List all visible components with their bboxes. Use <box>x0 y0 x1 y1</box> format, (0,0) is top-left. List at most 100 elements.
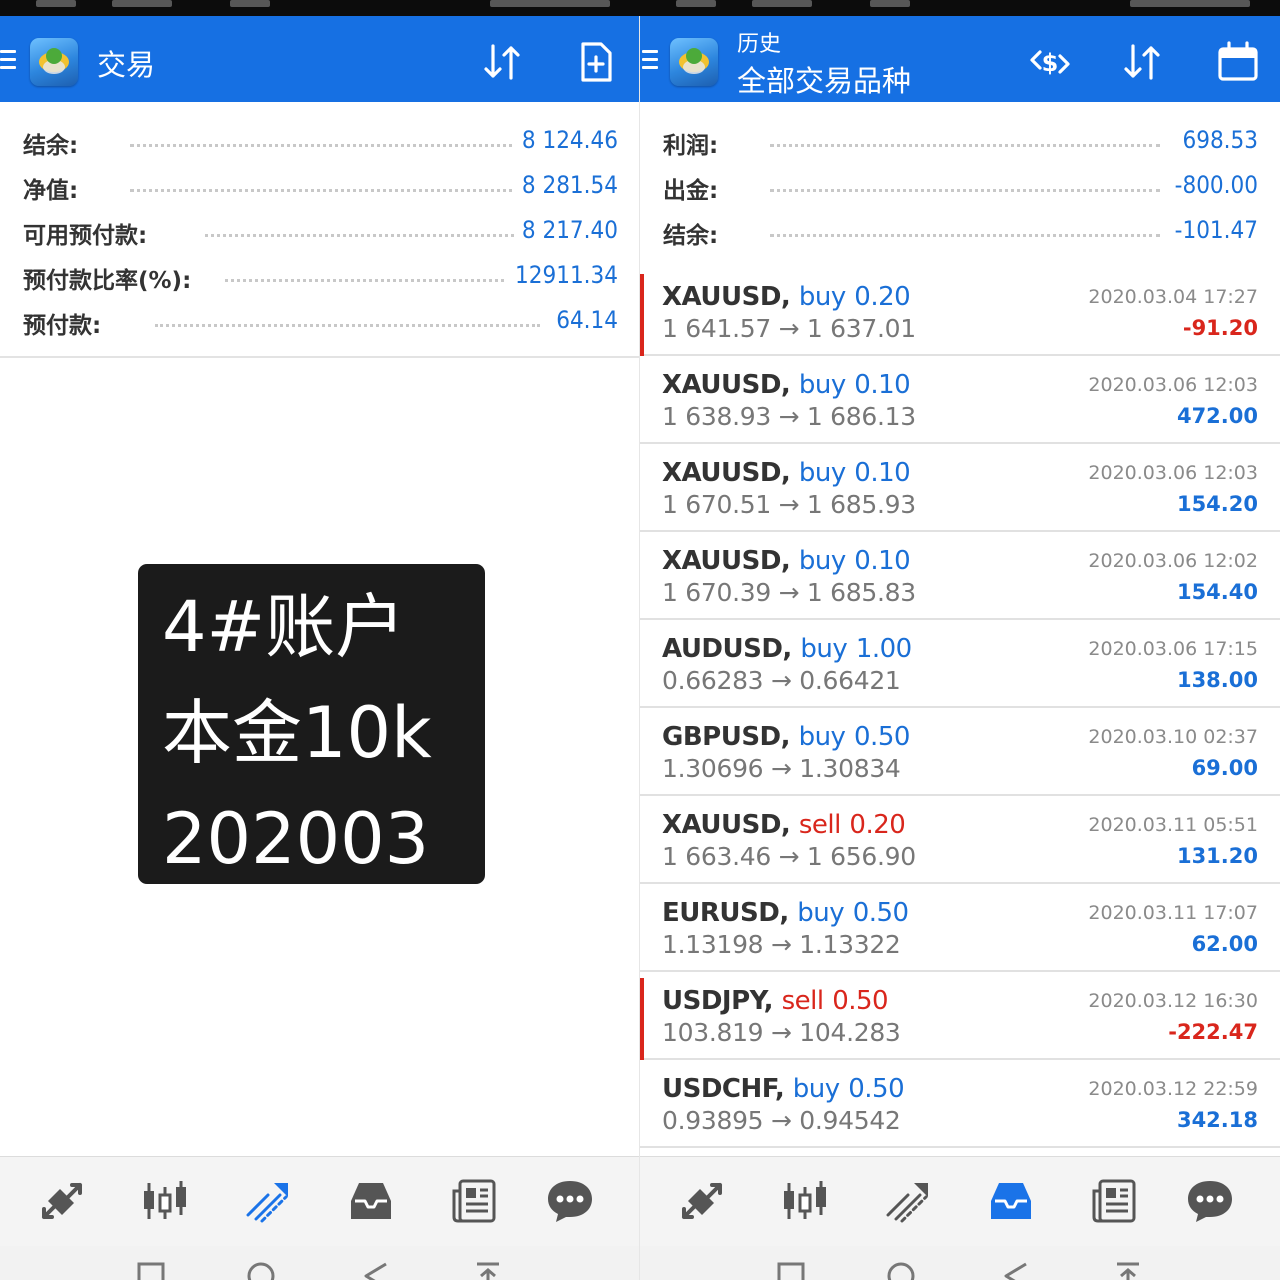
margin-level-label: 预付款比率(%): <box>23 261 200 295</box>
menu-icon[interactable] <box>642 50 658 72</box>
deal-close-price: 1.30834 <box>799 754 901 783</box>
sort-icon[interactable] <box>478 40 526 84</box>
overlay-line-2: 本金10k <box>162 692 432 774</box>
deal-close-price: 0.66421 <box>799 666 901 695</box>
home-icon[interactable] <box>246 1260 276 1280</box>
deal-profit: 69.00 <box>1191 756 1258 780</box>
deal-close-price: 1 685.93 <box>806 490 916 519</box>
deal-volume: 0.50 <box>854 722 910 752</box>
deal-side: buy <box>798 722 846 752</box>
profit-label: 利润: <box>663 126 727 160</box>
balance-row: 结余: 8 124.46 <box>0 120 639 165</box>
deal-row[interactable]: USDJPY, sell 0.50 103.819 → 104.283 2020… <box>640 972 1280 1062</box>
app-bar: 历史 全部交易品种 $ <box>640 16 1280 102</box>
margin-row: 预付款: 64.14 <box>0 300 639 345</box>
account-caption-overlay: 4#账户 本金10k 202003 <box>138 564 485 884</box>
deal-profit: 154.20 <box>1176 492 1258 516</box>
chart-icon[interactable] <box>137 1175 193 1227</box>
deal-time: 2020.03.06 17:15 <box>1088 638 1258 660</box>
deal-profit: 62.00 <box>1191 932 1258 956</box>
deal-row[interactable]: GBPUSD, buy 0.50 1.30696 → 1.30834 2020.… <box>640 708 1280 796</box>
deal-open-price: 1.13198 <box>662 930 764 959</box>
back-icon[interactable] <box>1000 1260 1030 1280</box>
history-icon[interactable] <box>983 1175 1039 1227</box>
calendar-icon[interactable] <box>1214 40 1262 84</box>
deal-volume: 1.00 <box>855 634 912 664</box>
overlay-line-3: 202003 <box>162 798 430 880</box>
deal-side: sell <box>781 986 825 1016</box>
trade-icon[interactable] <box>240 1175 296 1227</box>
deal-time: 2020.03.04 17:27 <box>1088 286 1258 308</box>
deal-side: buy <box>800 634 848 664</box>
free-margin-value: 8 217.40 <box>513 216 618 244</box>
deal-row[interactable]: XAUUSD, buy 0.10 1 670.51 → 1 685.93 202… <box>640 444 1280 532</box>
deal-open-price: 1 641.57 <box>662 314 771 343</box>
deal-symbol: XAUUSD, <box>662 370 791 400</box>
deal-time: 2020.03.06 12:03 <box>1088 374 1258 396</box>
deal-profit: 342.18 <box>1176 1108 1258 1132</box>
notification-icon[interactable] <box>473 1260 503 1280</box>
news-icon[interactable] <box>1086 1175 1142 1227</box>
deal-row[interactable]: XAUUSD, buy 0.10 1 670.39 → 1 685.83 202… <box>640 532 1280 620</box>
balance-value: 8 124.46 <box>513 126 618 154</box>
deal-profit: 472.00 <box>1176 404 1258 428</box>
deal-volume: 0.50 <box>852 898 909 928</box>
recent-apps-icon[interactable] <box>136 1260 166 1280</box>
deal-side: buy <box>798 370 846 400</box>
svg-text:$: $ <box>1042 49 1059 77</box>
deal-open-price: 1 663.46 <box>662 842 771 871</box>
currency-filter-icon[interactable]: $ <box>1026 40 1074 84</box>
recent-apps-icon[interactable] <box>776 1260 806 1280</box>
status-bar <box>0 0 1280 16</box>
withdrawal-row: 出金: -800.00 <box>640 165 1280 210</box>
deal-profit: 154.40 <box>1176 580 1258 604</box>
deal-symbol: AUDUSD, <box>662 634 792 664</box>
chart-icon[interactable] <box>777 1175 833 1227</box>
chat-icon[interactable] <box>542 1175 598 1227</box>
chat-icon[interactable] <box>1182 1175 1238 1227</box>
deal-symbol: XAUUSD, <box>662 458 791 488</box>
deal-symbol: EURUSD, <box>662 898 789 928</box>
margin-level-value: 12911.34 <box>507 261 618 289</box>
history-icon[interactable] <box>343 1175 399 1227</box>
deal-close-price: 1 685.83 <box>806 578 916 607</box>
sort-icon[interactable] <box>1118 40 1166 84</box>
deal-open-price: 1 670.39 <box>662 578 771 607</box>
news-icon[interactable] <box>446 1175 502 1227</box>
deal-volume: 0.20 <box>849 810 906 840</box>
deal-row[interactable]: XAUUSD, sell 0.20 1 663.46 → 1 656.90 20… <box>640 796 1280 884</box>
deal-open-price: 0.66283 <box>662 666 764 695</box>
new-order-icon[interactable] <box>572 40 620 84</box>
deal-volume: 0.10 <box>854 546 911 576</box>
deal-profit: -91.20 <box>1182 316 1258 340</box>
quotes-icon[interactable] <box>34 1175 90 1227</box>
menu-icon[interactable] <box>0 50 16 72</box>
deal-time: 2020.03.06 12:03 <box>1088 462 1258 484</box>
deal-row[interactable]: XAUUSD, buy 0.20 1 641.57 → 1 637.01 202… <box>640 268 1280 358</box>
margin-label: 预付款: <box>23 306 110 340</box>
app-bar: 交易 <box>0 16 639 102</box>
quotes-icon[interactable] <box>674 1175 730 1227</box>
page-subtitle: 历史 <box>737 32 782 57</box>
deal-row[interactable]: AUDUSD, buy 1.00 0.66283 → 0.66421 2020.… <box>640 620 1280 708</box>
trade-icon[interactable] <box>880 1175 936 1227</box>
notification-icon[interactable] <box>1113 1260 1143 1280</box>
metatrader-logo-icon <box>30 38 78 86</box>
deal-row[interactable]: USDCHF, buy 0.50 0.93895 → 0.94542 2020.… <box>640 1060 1280 1148</box>
deal-time: 2020.03.12 16:30 <box>1088 990 1258 1012</box>
deal-profit: 131.20 <box>1176 844 1258 868</box>
equity-label: 净值: <box>23 171 87 205</box>
page-title[interactable]: 全部交易品种 <box>737 58 911 100</box>
deal-row[interactable]: XAUUSD, buy 0.10 1 638.93 → 1 686.13 202… <box>640 356 1280 444</box>
deal-row[interactable]: EURUSD, buy 0.50 1.13198 → 1.13322 2020.… <box>640 884 1280 972</box>
deal-symbol: XAUUSD, <box>662 810 791 840</box>
margin-level-row: 预付款比率(%): 12911.34 <box>0 255 639 300</box>
deal-close-price: 1 686.13 <box>806 402 916 431</box>
back-icon[interactable] <box>360 1260 390 1280</box>
free-margin-row: 可用预付款: 8 217.40 <box>0 210 639 255</box>
withdrawal-value: -800.00 <box>1166 171 1258 199</box>
deal-time: 2020.03.10 02:37 <box>1088 726 1258 748</box>
balance-label: 结余: <box>23 126 87 160</box>
account-summary: 结余: 8 124.46 净值: 8 281.54 可用预付款: 8 217.4… <box>0 120 639 345</box>
home-icon[interactable] <box>886 1260 916 1280</box>
